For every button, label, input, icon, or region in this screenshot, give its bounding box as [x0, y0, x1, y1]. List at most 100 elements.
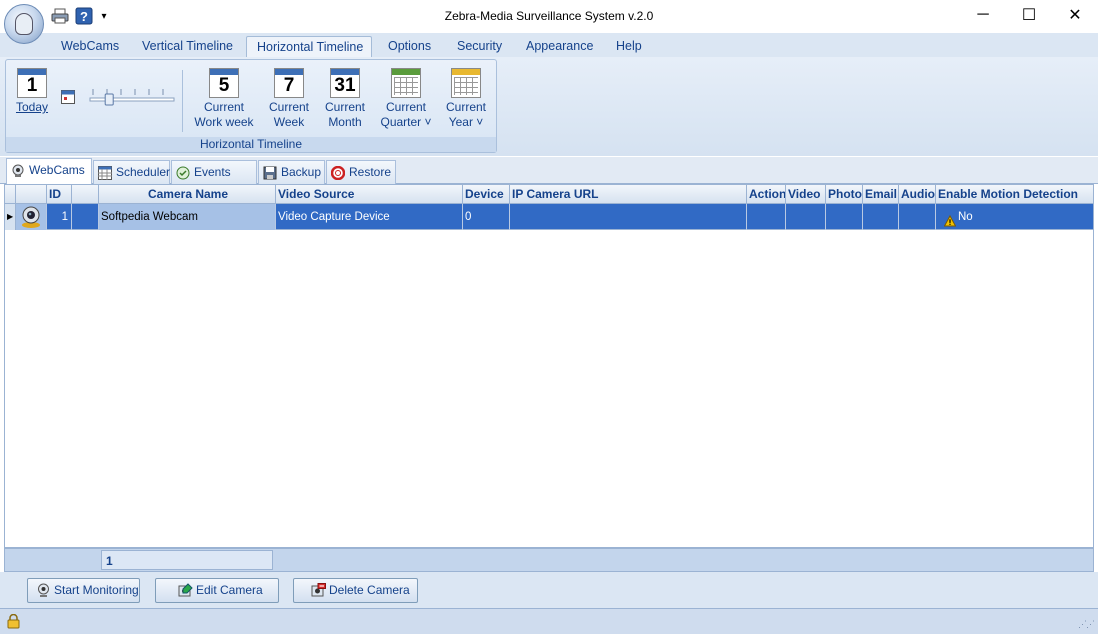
tab-restore-label: Restore [349, 165, 392, 179]
edit-camera-button[interactable]: Edit Camera [155, 578, 279, 603]
cell-video [786, 204, 826, 230]
maximize-button[interactable]: ☐ [1006, 0, 1052, 30]
tab-webcams-content[interactable]: WebCams [6, 158, 92, 184]
tab-options[interactable]: Options [382, 36, 437, 57]
row-count: 1 [101, 550, 273, 570]
tab-backup-label: Backup [281, 165, 322, 179]
current-year-button[interactable]: Current Year ˅ [440, 68, 492, 130]
grid-header: ID Camera Name Video Source Device IP Ca… [5, 185, 1093, 204]
close-button[interactable]: ✕ [1052, 0, 1098, 30]
window-title: Zebra-Media Surveillance System v.2.0 [444, 9, 654, 23]
column-header-email[interactable]: Email [863, 185, 899, 204]
tab-backup[interactable]: Backup [258, 160, 325, 184]
column-header-ip-camera-url[interactable]: IP Camera URL [510, 185, 747, 204]
events-icon [176, 165, 190, 180]
app-menu-button[interactable] [4, 4, 44, 44]
cell-action [747, 204, 786, 230]
year-grid-icon [451, 68, 481, 98]
current-month-label-2: Month [328, 115, 362, 129]
ribbon-group-horizontal-timeline: 1 Today 5 Current Work week 7 Current We… [5, 59, 497, 153]
today-label: Today [15, 100, 49, 114]
cell-id: 1 [47, 204, 72, 230]
cell-ip-camera-url [510, 204, 747, 230]
resize-grip-icon[interactable]: ⋰⋰ [1078, 619, 1095, 630]
webcam-icon [36, 583, 51, 598]
webcam-icon [16, 204, 47, 230]
cell-blank [72, 204, 99, 230]
tab-appearance[interactable]: Appearance [520, 36, 599, 57]
row-indicator[interactable]: ▶ [5, 204, 16, 230]
column-header-device[interactable]: Device [463, 185, 510, 204]
column-header-blank [72, 185, 99, 204]
calendar-icon: 1 [17, 68, 47, 98]
column-header-video-source[interactable]: Video Source [276, 185, 463, 204]
row-indicator-header [5, 185, 16, 204]
cell-audio [899, 204, 936, 230]
cell-email [863, 204, 899, 230]
minimize-button[interactable]: ─ [960, 0, 1006, 30]
zoom-slider[interactable] [88, 86, 178, 110]
column-header-camera-name[interactable]: Camera Name [99, 185, 276, 204]
status-bar: ⋰⋰ [0, 608, 1098, 634]
tab-scheduler[interactable]: Scheduler [93, 160, 170, 184]
backup-icon [263, 165, 277, 180]
table-row[interactable]: ▶ 1 Softpedia Webcam Video Capture Devic… [5, 204, 1093, 230]
tab-events-list[interactable]: Events List [171, 160, 257, 201]
column-header-photo[interactable]: Photo [826, 185, 863, 204]
calendar-icon: 7 [274, 68, 304, 98]
tab-help[interactable]: Help [610, 36, 648, 57]
grid-footer: 1 [4, 548, 1094, 572]
quarter-grid-icon [391, 68, 421, 98]
tab-restore[interactable]: Restore [326, 160, 396, 184]
ribbon-separator [182, 70, 183, 132]
current-work-week-label-1: Current [203, 100, 244, 114]
edit-camera-label: Edit Camera [196, 583, 263, 597]
today-button[interactable]: 1 Today [12, 68, 52, 115]
cell-photo [826, 204, 863, 230]
restore-icon [330, 165, 346, 181]
tab-webcams-content-label: WebCams [29, 163, 85, 177]
title-bar: ? ▾ Zebra-Media Surveillance System v.2.… [0, 0, 1098, 33]
menu-bar: WebCams Vertical Timeline Horizontal Tim… [0, 33, 1098, 57]
current-work-week-label-2: Work week [194, 115, 254, 129]
tab-security[interactable]: Security [451, 36, 508, 57]
icon-column-header [16, 185, 47, 204]
webcam-icon [11, 163, 25, 177]
delete-camera-icon [311, 583, 326, 598]
current-week-button[interactable]: 7 Current Week [264, 68, 314, 130]
calendar-icon: 5 [209, 68, 239, 98]
calendar-icon [98, 165, 112, 180]
webcams-grid[interactable]: ID Camera Name Video Source Device IP Ca… [4, 184, 1094, 548]
lock-icon [7, 613, 20, 632]
cell-camera-name: Softpedia Webcam [99, 204, 276, 230]
cell-video-source: Video Capture Device [276, 204, 463, 230]
date-picker-icon[interactable] [61, 90, 75, 104]
cell-motion-detection-value: No [958, 211, 973, 223]
column-header-id[interactable]: ID [47, 185, 72, 204]
tab-webcams[interactable]: WebCams [55, 36, 125, 57]
ribbon-group-label: Horizontal Timeline [6, 137, 496, 152]
cell-device: 0 [463, 204, 510, 230]
delete-camera-label: Delete Camera [329, 583, 410, 597]
current-month-label-1: Current [324, 100, 365, 114]
current-work-week-button[interactable]: 5 Current Work week [194, 68, 254, 130]
current-quarter-label-1: Current [385, 100, 426, 114]
current-month-button[interactable]: 31 Current Month [320, 68, 370, 130]
delete-camera-button[interactable]: Delete Camera [293, 578, 418, 603]
column-header-video[interactable]: Video [786, 185, 826, 204]
column-header-action[interactable]: Action [747, 185, 786, 204]
column-header-audio[interactable]: Audio [899, 185, 936, 204]
action-bar: Start Monitoring Edit Camera Delete Came… [0, 572, 1098, 608]
tab-horizontal-timeline[interactable]: Horizontal Timeline [246, 36, 372, 57]
tab-vertical-timeline[interactable]: Vertical Timeline [136, 36, 239, 57]
current-year-label-1: Current [445, 100, 486, 114]
ribbon: 1 Today 5 Current Work week 7 Current We… [0, 57, 1098, 156]
warning-icon [943, 211, 957, 227]
tab-scheduler-label: Scheduler [116, 165, 171, 179]
start-monitoring-button[interactable]: Start Monitoring [27, 578, 140, 603]
current-year-label-2: Year ˅ [448, 115, 484, 129]
current-quarter-button[interactable]: Current Quarter ˅ [378, 68, 434, 130]
cell-motion-detection: No [936, 204, 1093, 230]
calendar-icon: 31 [330, 68, 360, 98]
column-header-enable-motion-detection[interactable]: Enable Motion Detection [936, 185, 1093, 204]
